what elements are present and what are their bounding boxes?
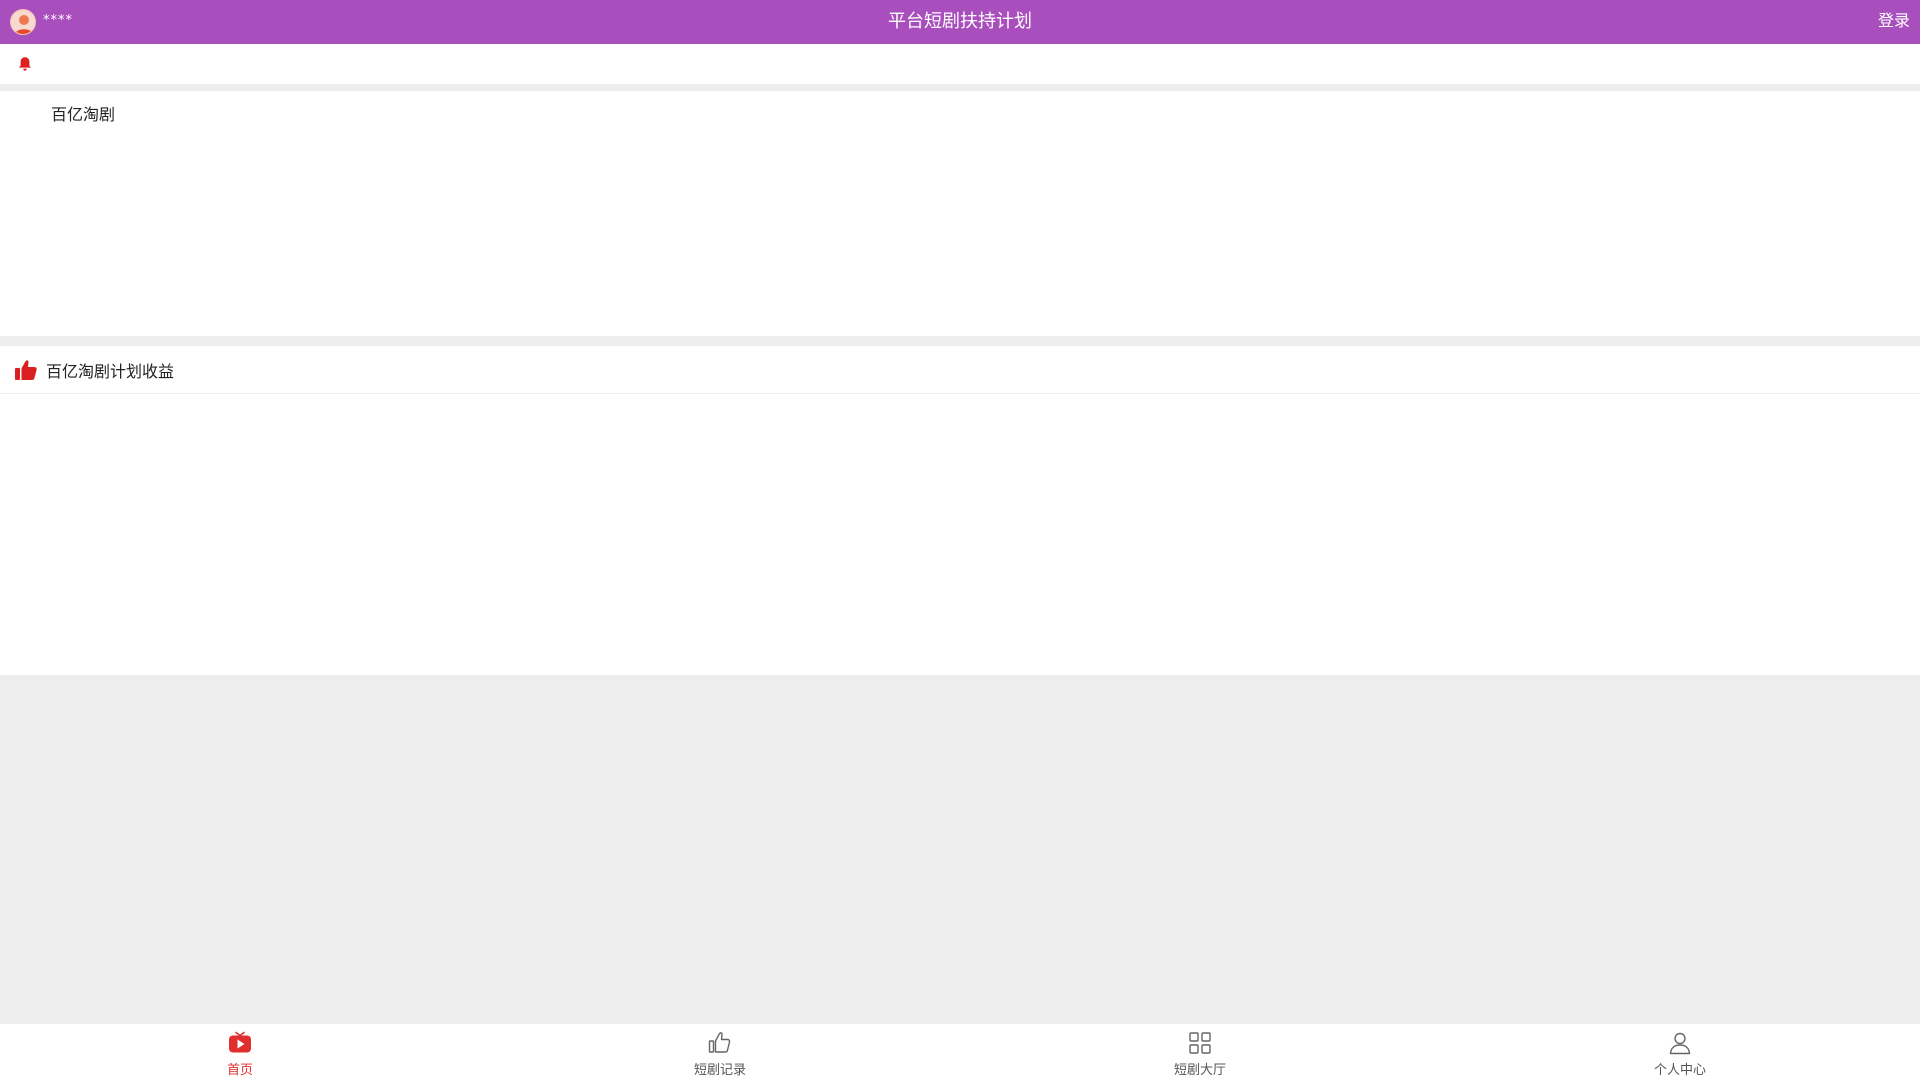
login-button[interactable]: 登录: [1878, 0, 1910, 44]
user-icon: [1669, 1032, 1691, 1055]
bell-icon: [19, 57, 31, 71]
tab-drama-records[interactable]: 短剧记录: [480, 1024, 960, 1080]
grid-icon: [1189, 1032, 1211, 1054]
tab-personal-center[interactable]: 个人中心: [1440, 1024, 1920, 1080]
section-main-title: 百亿淘剧: [51, 105, 116, 124]
tab-home[interactable]: 首页: [0, 1024, 480, 1080]
notice-bar: [0, 44, 1920, 84]
tab-drama-hall[interactable]: 短剧大厅: [960, 1024, 1440, 1080]
section-main: 百亿淘剧: [0, 91, 1920, 336]
top-header: **** 平台短剧扶持计划 登录: [0, 0, 1920, 44]
tab-home-label: 首页: [226, 1063, 253, 1078]
tab-personal-center-label: 个人中心: [1653, 1063, 1706, 1078]
tab-drama-records-label: 短剧记录: [693, 1063, 746, 1078]
section-plan-earnings-title: 百亿淘剧计划收益: [46, 361, 175, 381]
thumbs-up-outline-icon: [708, 1032, 731, 1053]
bottom-tab-bar: 首页 短剧记录 短剧大厅 个人中心: [0, 1024, 1920, 1080]
thumbs-up-icon: [15, 359, 37, 380]
section-plan-earnings: 百亿淘剧计划收益: [0, 346, 1920, 675]
play-tv-icon: [229, 1031, 251, 1053]
section-plan-earnings-header: 百亿淘剧计划收益: [0, 346, 1920, 394]
tab-drama-hall-label: 短剧大厅: [1173, 1063, 1226, 1078]
page-title: 平台短剧扶持计划: [888, 11, 1032, 32]
app-page: **** 平台短剧扶持计划 登录 百亿淘剧 百亿淘剧计划收益 首页 短剧记录 短…: [0, 0, 1920, 1080]
